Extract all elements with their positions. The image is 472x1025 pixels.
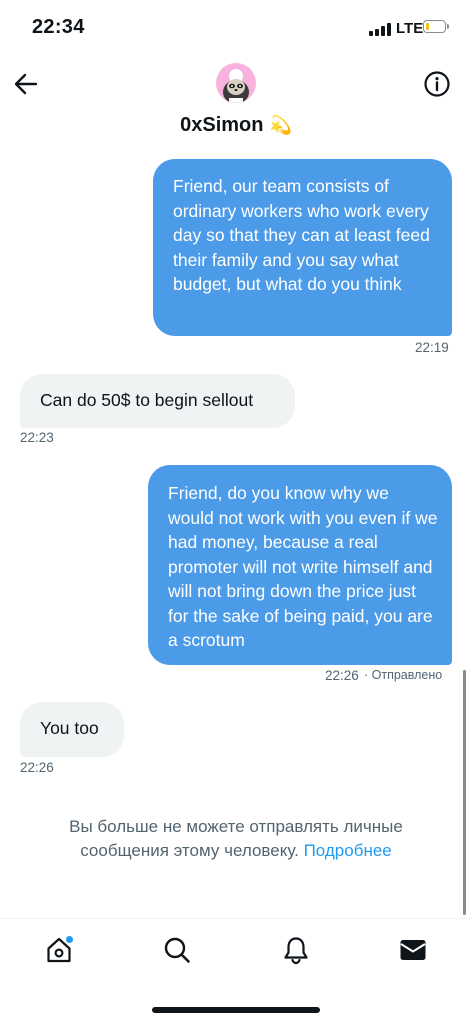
- user-display-name: 0xSimon: [180, 114, 264, 136]
- message-text: Friend, do you know why we would not wor…: [168, 483, 438, 650]
- mail-icon: [400, 940, 426, 960]
- battery-icon: [423, 20, 450, 35]
- bell-icon: [284, 937, 308, 965]
- message-timestamp: 22:23: [20, 430, 54, 445]
- message-timestamp: 22:19: [415, 340, 449, 355]
- sloth-avatar-icon: [223, 69, 249, 103]
- tab-messages[interactable]: [398, 935, 428, 965]
- back-button[interactable]: [12, 70, 40, 98]
- message-text: Can do 50$ to begin sellout: [40, 390, 254, 410]
- network-type-label: LTE: [396, 20, 424, 37]
- info-icon: [424, 71, 450, 97]
- tab-notifications[interactable]: [281, 935, 311, 965]
- message-text: You too: [40, 718, 99, 738]
- dm-restricted-notice: Вы больше не можете отправлять личные со…: [30, 815, 442, 863]
- home-icon: [47, 936, 73, 963]
- message-timestamp: 22:26: [325, 668, 359, 683]
- message-bubble-outgoing[interactable]: Friend, our team consists of ordinary wo…: [153, 159, 452, 336]
- message-bubble-outgoing[interactable]: Friend, do you know why we would not wor…: [148, 465, 452, 665]
- conversation-title[interactable]: 0xSimon 💫: [0, 114, 472, 137]
- status-bar: 22:34 LTE: [0, 0, 472, 56]
- shooting-star-icon: 💫: [269, 115, 292, 135]
- arrow-left-icon: [14, 73, 38, 95]
- message-status: · Отправлено: [364, 668, 443, 682]
- status-time: 22:34: [32, 16, 85, 38]
- tab-home[interactable]: [45, 935, 75, 965]
- message-timestamp: 22:26: [20, 760, 54, 775]
- learn-more-link[interactable]: Подробнее: [304, 841, 392, 860]
- message-bubble-incoming[interactable]: Can do 50$ to begin sellout: [20, 374, 295, 428]
- conversation-info-button[interactable]: [423, 70, 451, 98]
- conversation-header: 0xSimon 💫: [0, 56, 472, 148]
- home-indicator[interactable]: [152, 1007, 320, 1013]
- avatar[interactable]: [216, 63, 256, 103]
- message-bubble-incoming[interactable]: You too: [20, 702, 124, 757]
- scrollbar[interactable]: [463, 670, 466, 915]
- tab-search[interactable]: [162, 935, 192, 965]
- message-text: Friend, our team consists of ordinary wo…: [173, 176, 430, 294]
- cellular-signal-icon: [369, 23, 391, 36]
- search-icon: [164, 937, 190, 963]
